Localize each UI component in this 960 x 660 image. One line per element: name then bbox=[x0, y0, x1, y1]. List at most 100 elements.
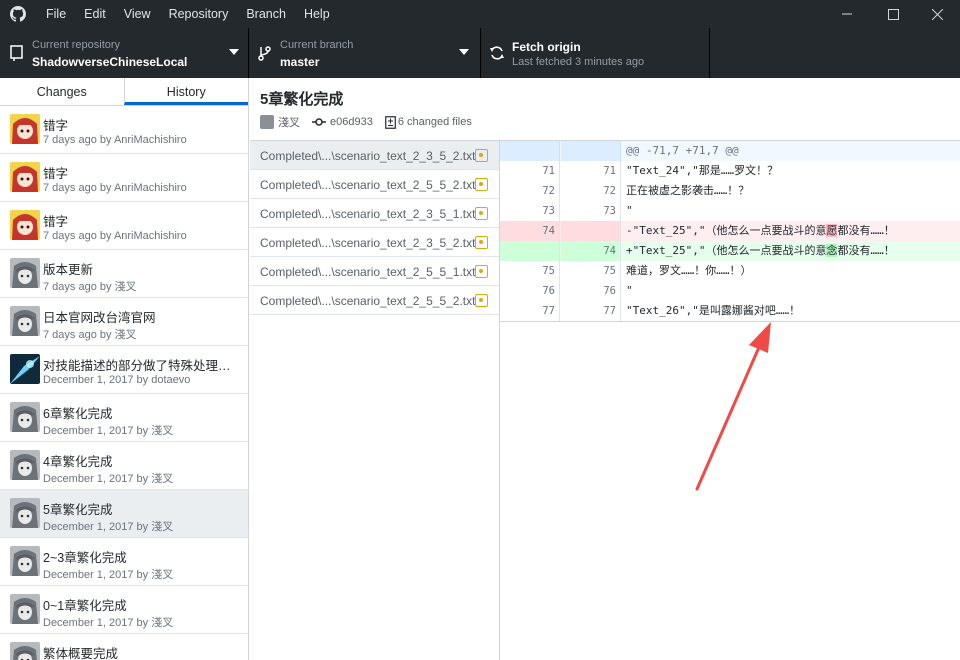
commit-summary: 5章繁化完成 bbox=[43, 503, 113, 517]
new-line-number: 75 bbox=[561, 261, 621, 281]
diff-line-text: 难道，罗文……！你……！） bbox=[626, 264, 752, 277]
old-line-number: 73 bbox=[500, 201, 560, 221]
tab-history[interactable]: History bbox=[123, 78, 248, 105]
commit-meta: 7 days ago by 淺叉 bbox=[43, 281, 137, 293]
commit-item[interactable]: 4章繁化完成 December 1, 2017 by 淺叉 bbox=[0, 442, 248, 490]
avatar bbox=[10, 402, 40, 432]
modified-icon bbox=[475, 149, 488, 162]
new-line-number: 72 bbox=[561, 181, 621, 201]
commit-icon bbox=[312, 118, 326, 126]
new-line-number bbox=[561, 141, 621, 161]
commit-item[interactable]: 繁体概要完成 bbox=[0, 634, 248, 660]
tab-changes[interactable]: Changes bbox=[0, 78, 124, 105]
old-line-number: 76 bbox=[500, 281, 560, 301]
commit-item[interactable]: 日本官网改台湾官网 7 days ago by 淺叉 bbox=[0, 298, 248, 346]
commit-summary: 错字 bbox=[43, 215, 69, 229]
diff-line[interactable]: 73 73 " bbox=[500, 201, 960, 221]
file-path: Completed\...\scenario_text_2_3_5_2.txt bbox=[260, 149, 476, 163]
file-path: Completed\...\scenario_text_2_5_5_1.txt bbox=[260, 265, 476, 279]
commit-meta: December 1, 2017 by 淺叉 bbox=[43, 617, 174, 629]
avatar bbox=[10, 498, 40, 528]
diff-line-text: +"Text_25","（他怎么一点要战斗的意念都没有……！ bbox=[626, 241, 895, 261]
avatar bbox=[10, 162, 40, 192]
changed-file-item[interactable]: Completed\...\scenario_text_2_5_5_1.txt bbox=[250, 257, 499, 286]
diff-end-divider bbox=[500, 321, 960, 322]
commit-summary: 错字 bbox=[43, 167, 69, 181]
commit-sha[interactable]: e06d933 bbox=[330, 116, 373, 128]
minimize-button[interactable] bbox=[824, 0, 870, 28]
file-path: Completed\...\scenario_text_2_3_5_2.txt bbox=[260, 236, 476, 250]
commit-meta: 7 days ago by 淺叉 bbox=[43, 329, 137, 341]
maximize-button[interactable] bbox=[870, 0, 916, 28]
file-path: Completed\...\scenario_text_2_5_5_2.txt bbox=[260, 294, 476, 308]
commit-item[interactable]: 2~3章繁化完成 December 1, 2017 by 淺叉 bbox=[0, 538, 248, 586]
close-icon bbox=[931, 8, 943, 20]
hunk-text: @@ -71,7 +71,7 @@ bbox=[626, 144, 739, 157]
menu-branch[interactable]: Branch bbox=[246, 0, 286, 28]
changed-file-item[interactable]: Completed\...\scenario_text_2_3_5_1.txt bbox=[250, 199, 499, 228]
history-sidebar: Changes History 错字 7 days ago by AnriMach… bbox=[0, 78, 249, 660]
changed-file-item[interactable]: Completed\...\scenario_text_2_3_5_2.txt bbox=[250, 228, 499, 257]
menu-view[interactable]: View bbox=[124, 0, 151, 28]
modified-icon bbox=[475, 178, 488, 191]
commit-item[interactable]: 0~1章繁化完成 December 1, 2017 by 淺叉 bbox=[0, 586, 248, 634]
diff-line[interactable]: 72 72 正在被虚之影袭击……！？ bbox=[500, 181, 960, 201]
changed-file-item[interactable]: Completed\...\scenario_text_2_3_5_2.txt bbox=[250, 141, 499, 170]
file-path: Completed\...\scenario_text_2_3_5_1.txt bbox=[260, 207, 476, 221]
menu-file[interactable]: File bbox=[46, 0, 66, 28]
close-button[interactable] bbox=[914, 0, 960, 28]
changed-file-item[interactable]: Completed\...\scenario_text_2_5_5_2.txt bbox=[250, 286, 499, 315]
avatar bbox=[10, 594, 40, 624]
commit-summary: 0~1章繁化完成 bbox=[43, 599, 127, 613]
commit-item[interactable]: 5章繁化完成 December 1, 2017 by 淺叉 bbox=[0, 490, 248, 538]
old-line-number: 74 bbox=[500, 221, 560, 241]
diff-hunk-header: @@ -71,7 +71,7 @@ bbox=[500, 141, 960, 161]
diff-line-text: 正在被虚之影袭击……！？ bbox=[626, 184, 750, 197]
commit-item[interactable]: 错字 7 days ago by AnriMachishiro bbox=[0, 106, 248, 154]
fetch-origin-button[interactable]: Fetch origin Last fetched 3 minutes ago bbox=[481, 28, 710, 78]
new-line-number: 71 bbox=[561, 161, 621, 181]
diff-line[interactable]: 75 75 难道，罗文……！你……！） bbox=[500, 261, 960, 281]
diff-line[interactable]: 71 71 "Text_24","那是……罗文！？ bbox=[500, 161, 960, 181]
commit-summary: 错字 bbox=[43, 119, 69, 133]
commit-summary: 版本更新 bbox=[43, 263, 94, 277]
sync-icon bbox=[490, 46, 504, 60]
diff-line[interactable]: 76 76 " bbox=[500, 281, 960, 301]
commit-item[interactable]: 对技能描述的部分做了特殊处理，不. December 1, 2017 by dot… bbox=[0, 346, 248, 394]
fetch-status: Last fetched 3 minutes ago bbox=[512, 56, 645, 68]
diff-line[interactable]: 74 +"Text_25","（他怎么一点要战斗的意念都没有……！ bbox=[500, 241, 960, 261]
commit-item[interactable]: 错字 7 days ago by AnriMachishiro bbox=[0, 154, 248, 202]
diff-text-pre: -"Text_25","（他怎么一点要战斗的意 bbox=[626, 224, 827, 237]
new-line-number: 76 bbox=[561, 281, 621, 301]
menu-help[interactable]: Help bbox=[304, 0, 330, 28]
commit-item[interactable]: 版本更新 7 days ago by 淺叉 bbox=[0, 250, 248, 298]
repo-dropdown-icon bbox=[229, 49, 239, 55]
commit-item[interactable]: 6章繁化完成 December 1, 2017 by 淺叉 bbox=[0, 394, 248, 442]
branch-icon bbox=[258, 46, 271, 61]
commit-meta: 7 days ago by AnriMachishiro bbox=[43, 134, 187, 146]
avatar bbox=[10, 354, 40, 384]
diff-line[interactable]: 77 77 "Text_26","是叫露娜酱对吧……！ bbox=[500, 301, 960, 321]
avatar bbox=[10, 546, 40, 576]
current-repository-button[interactable]: Current repository ShadowverseChineseLoc… bbox=[0, 28, 249, 78]
branch-label: Current branch bbox=[280, 39, 354, 51]
commit-meta: December 1, 2017 by dotaevo bbox=[43, 374, 191, 386]
avatar bbox=[10, 306, 40, 336]
modified-icon bbox=[475, 236, 488, 249]
new-line-number: 73 bbox=[561, 201, 621, 221]
diff-line-text: " bbox=[626, 204, 633, 217]
commit-item[interactable]: 错字 7 days ago by AnriMachishiro bbox=[0, 202, 248, 250]
new-line-number: 77 bbox=[561, 301, 621, 321]
diff-line-text: "Text_26","是叫露娜酱对吧……！ bbox=[626, 304, 801, 317]
commit-meta: December 1, 2017 by 淺叉 bbox=[43, 425, 174, 437]
menu-edit[interactable]: Edit bbox=[84, 0, 106, 28]
changed-file-item[interactable]: Completed\...\scenario_text_2_5_5_2.txt bbox=[250, 170, 499, 199]
diff-file-icon bbox=[384, 115, 396, 129]
diff-line[interactable]: 74 -"Text_25","（他怎么一点要战斗的意愿都没有……！ bbox=[500, 221, 960, 241]
commit-author: 淺叉 bbox=[278, 117, 300, 129]
current-branch-button[interactable]: Current branch master bbox=[249, 28, 481, 78]
changed-files-count: 6 changed files bbox=[397, 116, 472, 128]
old-line-number: 72 bbox=[500, 181, 560, 201]
old-line-number bbox=[500, 141, 560, 161]
menu-repository[interactable]: Repository bbox=[169, 0, 229, 28]
